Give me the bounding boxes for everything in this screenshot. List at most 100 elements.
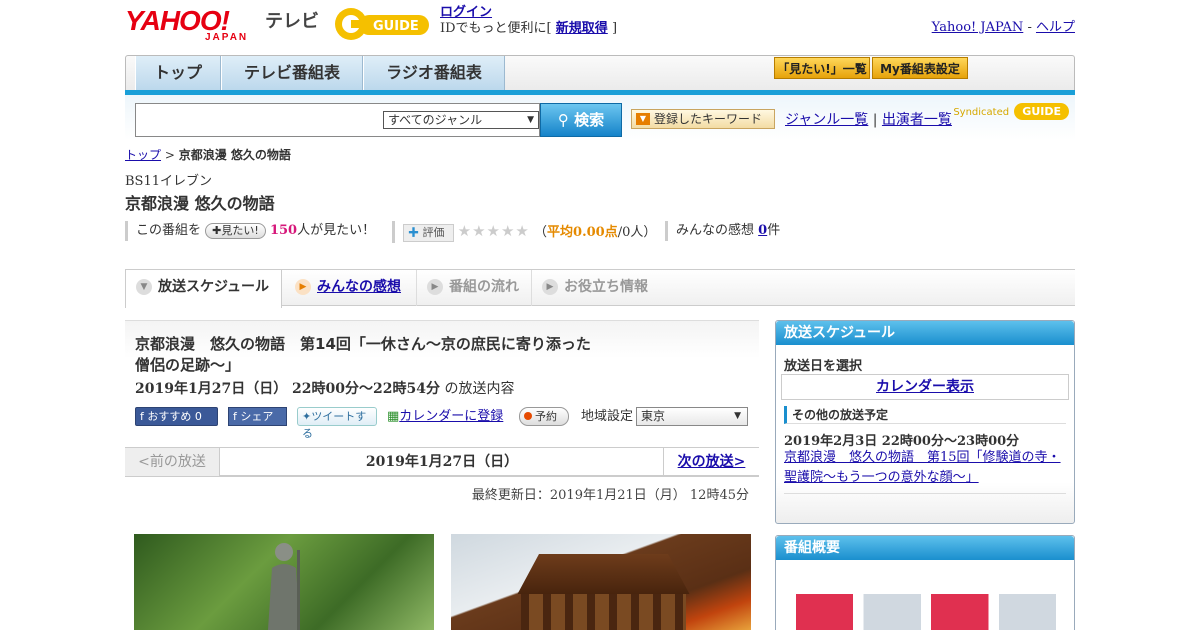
other-schedule-item: 京都浪漫 悠久の物語 第15回「修験道の寺・聖護院～もう一つの意外な顔～」 <box>784 448 1066 488</box>
statue-figure <box>268 543 300 630</box>
next-broadcast-button[interactable]: 次の放送> <box>663 448 759 476</box>
login-text: IDでもっと便利に[ <box>440 21 552 36</box>
episode-panel: 京都浪漫 悠久の物語 第14回「一休さん～京の庶民に寄り添った僧侶の足跡～」 2… <box>125 320 759 446</box>
fb-recommend-label: おすすめ 0 <box>147 410 202 423</box>
chevron-down-icon: ▼ <box>527 115 534 125</box>
chevron-right-icon: ▶ <box>295 279 311 295</box>
record-dot-icon <box>524 412 532 420</box>
search-links: ジャンル一覧 | 出演者一覧 <box>785 109 952 129</box>
prev-broadcast-button[interactable]: <前の放送 <box>125 448 220 476</box>
rating-stars: ★★★★★ <box>457 222 530 240</box>
temple-body <box>521 594 686 630</box>
nav-tab-tv-schedule[interactable]: テレビ番組表 <box>221 56 363 90</box>
my-bangumi-button[interactable]: My番組表設定 <box>872 57 968 79</box>
mitai-button-label: 見たい! <box>221 223 259 237</box>
login-link[interactable]: ログイン <box>440 5 492 20</box>
help-link[interactable]: ヘルプ <box>1036 20 1075 35</box>
tab-program-flow[interactable]: ▶ 番組の流れ <box>417 270 532 306</box>
avg-close: ） <box>643 225 657 240</box>
calendar-display-button[interactable]: カレンダー表示 <box>781 374 1069 400</box>
episode-datetime-suffix: の放送内容 <box>444 381 515 397</box>
overview-image <box>796 594 1056 630</box>
mitai-suffix: 人が見たい！ <box>297 223 376 238</box>
login-close: ] <box>611 21 618 36</box>
tab-impressions[interactable]: ▶ みんなの感想 <box>285 270 417 306</box>
rating-stat: ✚ 評価 ★★★★★ （平均0.00点/0人） <box>392 221 656 243</box>
nav-tab-top[interactable]: トップ <box>135 56 221 90</box>
tab-label: みんなの感想 <box>317 279 401 295</box>
tweet-label: ツイートする <box>302 410 367 440</box>
rating-button[interactable]: ✚ 評価 <box>403 223 454 242</box>
performer-list-link[interactable]: 出演者一覧 <box>882 112 952 128</box>
sidebar-schedule: 放送スケジュール 放送日を選択 カレンダー表示 その他の放送予定 2019年2月… <box>775 320 1075 524</box>
tab-useful-info[interactable]: ▶ お役立ち情報 <box>532 270 662 306</box>
signup-link[interactable]: 新規取得 <box>556 21 608 36</box>
episode-photo-statue <box>134 534 434 630</box>
gguide-logo[interactable]: GUIDE <box>333 5 433 43</box>
next-broadcast-link[interactable]: 次の放送> <box>678 454 746 470</box>
main-nav: トップ テレビ番組表 ラジオ番組表 「見たい!」一覧 My番組表設定 <box>125 55 1075 95</box>
impressions-suffix: 件 <box>767 223 781 238</box>
avg-open: （ <box>534 225 548 240</box>
calendar-register: ▦カレンダーに登録 <box>387 407 503 427</box>
chevron-down-icon: ▼ <box>734 411 741 421</box>
breadcrumb-top-link[interactable]: トップ <box>125 148 161 162</box>
facebook-recommend-button[interactable]: f おすすめ 0 <box>135 407 218 426</box>
genre-list-link[interactable]: ジャンル一覧 <box>785 112 868 128</box>
region-label: 地域設定 <box>581 409 634 424</box>
nav-tab-radio-schedule[interactable]: ラジオ番組表 <box>363 56 505 90</box>
breadcrumb-current: 京都浪漫 悠久の物語 <box>178 148 291 162</box>
episode-title: 京都浪漫 悠久の物語 第14回「一休さん～京の庶民に寄り添った僧侶の足跡～」 <box>135 335 591 374</box>
mitai-button[interactable]: ✚見たい! <box>205 222 266 239</box>
registered-keyword-button[interactable]: ▼ 登録したキーワード <box>631 109 775 129</box>
genre-select[interactable]: すべてのジャンル ▼ <box>383 111 539 129</box>
header-links: Yahoo! JAPAN - ヘルプ <box>932 16 1075 35</box>
tweet-button[interactable]: ✦ツイートする <box>297 407 377 440</box>
registered-keyword-label: 登録したキーワード <box>654 112 763 126</box>
region-select-value: 東京 <box>641 409 666 423</box>
region-select[interactable]: 東京 ▼ <box>636 407 748 426</box>
tab-broadcast-schedule[interactable]: ▼ 放送スケジュール <box>125 270 282 308</box>
yahoo-japan-link[interactable]: Yahoo! JAPAN <box>932 20 1024 35</box>
facebook-icon: f <box>233 410 237 423</box>
program-stats: この番組を ✚見たい! 150人が見たい！ ✚ 評価 ★★★★★ （平均0.00… <box>125 221 1075 243</box>
triangle-down-icon: ▼ <box>636 113 650 125</box>
current-broadcast-date: 2019年1月27日（日） <box>365 454 519 470</box>
channel-name: BS11イレブン <box>125 174 213 189</box>
syndicated-gguide-logo: Syndicated GUIDE <box>953 103 1069 120</box>
chevron-down-icon: ▼ <box>136 279 152 295</box>
yahoo-japan-logo[interactable]: YAHOO! JAPAN <box>125 7 246 44</box>
site-header: YAHOO! JAPAN テレビ GUIDE ログイン IDでもっと便利に[ 新… <box>125 5 1075 50</box>
page-title: 京都浪漫 悠久の物語 <box>125 194 275 213</box>
reserve-label: 予約 <box>535 410 557 423</box>
chevron-right-icon: ▶ <box>427 279 443 295</box>
episode-datetime-value: 2019年1月27日（日） 22時00分～22時54分 <box>135 381 440 397</box>
calendar-register-link[interactable]: カレンダーに登録 <box>399 409 503 424</box>
japan-logo-text: JAPAN <box>205 32 249 43</box>
search-area: すべてのジャンル ▼ ⚲ 検索 ▼ 登録したキーワード ジャンル一覧 | 出演者… <box>125 95 1075 140</box>
impressions-stat: みんなの感想 0件 <box>665 221 780 241</box>
avg-count: /0人 <box>617 225 644 240</box>
fb-share-label: シェア <box>240 410 274 423</box>
reserve-button[interactable]: 予約 <box>519 407 569 426</box>
syndicated-text: Syndicated <box>953 107 1010 118</box>
avg-score: 平均0.00点 <box>547 225 618 240</box>
plus-icon: ✚ <box>408 225 419 239</box>
calendar-add-icon: ▦ <box>387 409 400 424</box>
search-button-label: 検索 <box>574 111 605 129</box>
other-schedule-link[interactable]: 京都浪漫 悠久の物語 第15回「修験道の寺・聖護院～もう一つの意外な顔～」 <box>784 450 1061 485</box>
divider <box>784 493 1066 494</box>
header-separator: - <box>1027 20 1032 35</box>
last-updated: 最終更新日：2019年1月21日（月） 12時45分 <box>471 488 749 503</box>
mitai-list-button[interactable]: 「見たい!」一覧 <box>774 57 870 79</box>
other-schedule-date: 2019年2月3日 22時00分～23時00分 <box>784 434 1020 449</box>
tab-label: 放送スケジュール <box>158 279 270 295</box>
calendar-display-link[interactable]: カレンダー表示 <box>876 379 974 395</box>
episode-nav: <前の放送 2019年1月27日（日） 次の放送> <box>125 447 759 477</box>
login-box: ログイン IDでもっと便利に[ 新規取得 ] <box>440 5 617 37</box>
episode-datetime: 2019年1月27日（日） 22時00分～22時54分 の放送内容 <box>135 378 514 398</box>
pick-date-label: 放送日を選択 <box>784 359 863 374</box>
facebook-share-button[interactable]: f シェア <box>228 407 287 426</box>
impressions-count-link[interactable]: 0 <box>758 223 767 238</box>
search-button[interactable]: ⚲ 検索 <box>540 103 622 137</box>
